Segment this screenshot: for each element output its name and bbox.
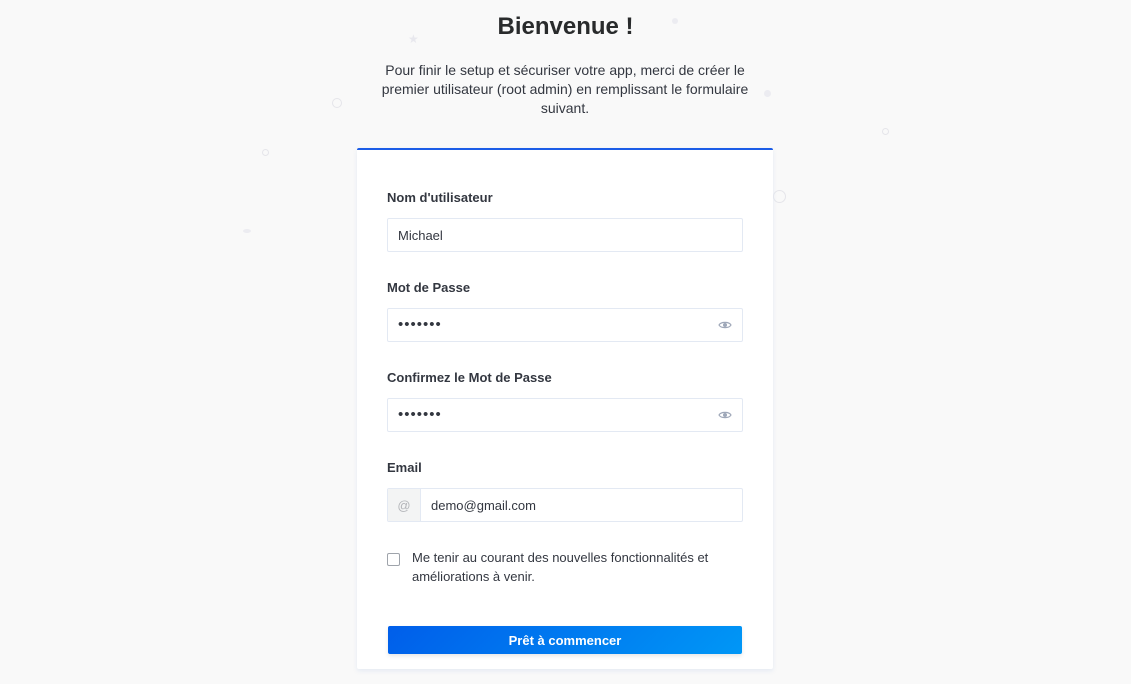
password-field: Mot de Passe ••••••• [387, 279, 743, 342]
email-label: Email [387, 460, 422, 475]
password-input-wrapper: ••••••• [387, 308, 743, 342]
at-icon: @ [388, 489, 421, 521]
decorative-dot [243, 229, 251, 233]
username-label: Nom d'utilisateur [387, 190, 493, 205]
decorative-circle [262, 149, 269, 156]
username-field: Nom d'utilisateur [387, 189, 743, 252]
eye-icon[interactable] [708, 309, 742, 341]
confirm-password-input-wrapper: ••••••• [387, 398, 743, 432]
decorative-circle [332, 98, 342, 108]
password-label: Mot de Passe [387, 280, 471, 295]
username-input-wrapper [387, 218, 743, 252]
eye-icon[interactable] [708, 399, 742, 431]
confirm-password-input[interactable]: ••••••• [388, 399, 708, 431]
registration-form-card: Nom d'utilisateur Mot de Passe ••••••• C… [357, 148, 773, 669]
newsletter-option: Me tenir au courant des nouvelles foncti… [387, 548, 743, 586]
confirm-password-label: Confirmez le Mot de Passe [387, 370, 552, 385]
decorative-circle [773, 190, 786, 203]
confirm-password-field: Confirmez le Mot de Passe ••••••• [387, 369, 743, 432]
email-input[interactable] [421, 489, 742, 521]
page: ★ Bienvenue ! Pour finir le setup et séc… [0, 0, 1131, 684]
newsletter-label[interactable]: Me tenir au courant des nouvelles foncti… [412, 548, 743, 586]
page-subtitle: Pour finir le setup et sécuriser votre a… [381, 62, 749, 116]
page-title: Bienvenue ! [497, 13, 634, 40]
decorative-dot [764, 90, 771, 97]
email-input-wrapper: @ [387, 488, 743, 522]
newsletter-checkbox[interactable] [387, 553, 400, 566]
username-input[interactable] [388, 219, 742, 251]
decorative-circle [882, 128, 889, 135]
email-field: Email @ [387, 459, 743, 522]
password-input[interactable]: ••••••• [388, 309, 708, 341]
submit-button[interactable]: Prêt à commencer [388, 626, 742, 654]
